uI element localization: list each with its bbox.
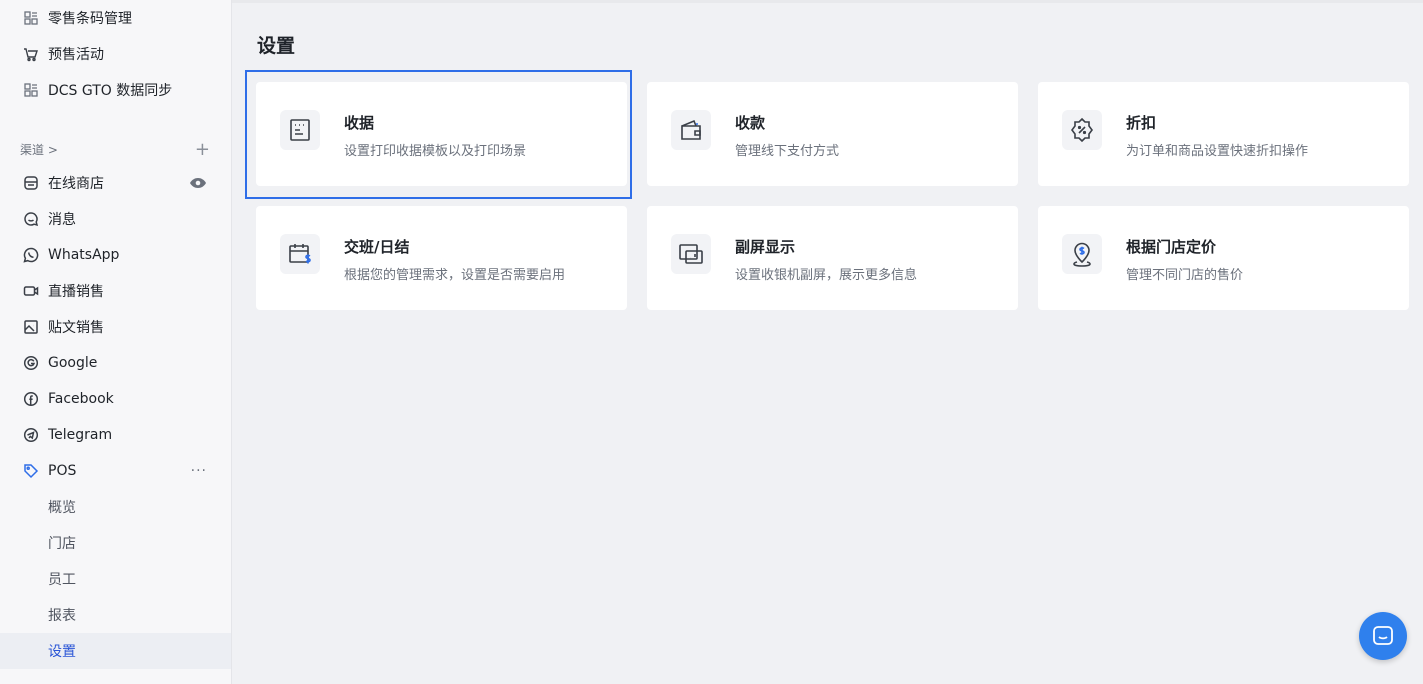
- telegram-icon: [22, 426, 40, 444]
- sidebar-item-label: 消息: [48, 212, 76, 228]
- eye-icon[interactable]: [189, 177, 207, 189]
- page-title: 设置: [257, 35, 296, 57]
- settings-card-payment[interactable]: 收款 管理线下支付方式: [647, 82, 1018, 186]
- sidebar: 零售条码管理 预售活动 DCS GTO 数据同步 渠道 > + 在线商店 消息: [0, 0, 232, 684]
- sidebar-item-label: Telegram: [48, 427, 113, 443]
- card-title: 收款: [735, 114, 766, 132]
- sidebar-subitem-label: 员工: [48, 572, 76, 588]
- sidebar-subitem-overview[interactable]: 概览: [0, 489, 231, 525]
- facebook-icon: [22, 390, 40, 408]
- card-title: 收据: [344, 114, 375, 132]
- sidebar-item-label: POS: [48, 463, 77, 479]
- sidebar-subitem-label: 报表: [48, 608, 76, 624]
- sidebar-subitem-reports[interactable]: 报表: [0, 597, 231, 633]
- sidebar-item-presale[interactable]: 预售活动: [0, 36, 231, 72]
- shift-calendar-icon: [280, 234, 320, 274]
- card-description: 管理不同门店的售价: [1126, 268, 1244, 283]
- sidebar-item-label: 零售条码管理: [48, 11, 132, 27]
- sidebar-item-messages[interactable]: 消息: [0, 201, 231, 237]
- card-description: 为订单和商品设置快速折扣操作: [1126, 144, 1309, 159]
- sidebar-item-pos[interactable]: POS ···: [0, 453, 231, 489]
- sidebar-item-facebook[interactable]: Facebook: [0, 381, 231, 417]
- discount-badge-icon: [1062, 110, 1102, 150]
- sidebar-item-post-sales[interactable]: 贴文销售: [0, 309, 231, 345]
- live-video-icon: [22, 282, 40, 300]
- sidebar-item-label: 在线商店: [48, 176, 104, 192]
- settings-card-discount[interactable]: 折扣 为订单和商品设置快速折扣操作: [1038, 82, 1409, 186]
- store-icon: [22, 174, 40, 192]
- channels-section-header[interactable]: 渠道 > +: [20, 139, 210, 160]
- sync-grid-icon: [22, 81, 40, 99]
- whatsapp-icon: [22, 246, 40, 264]
- presale-cart-icon: [22, 45, 40, 63]
- card-title: 根据门店定价: [1126, 238, 1217, 256]
- sidebar-item-telegram[interactable]: Telegram: [0, 417, 231, 453]
- sidebar-item-whatsapp[interactable]: WhatsApp: [0, 237, 231, 273]
- barcode-grid-icon: [22, 9, 40, 27]
- sidebar-item-label: Google: [48, 355, 98, 371]
- card-description: 根据您的管理需求，设置是否需要启用: [344, 268, 566, 283]
- sidebar-item-dcs-sync[interactable]: DCS GTO 数据同步: [0, 72, 231, 108]
- add-channel-button[interactable]: +: [195, 139, 210, 160]
- sidebar-item-label: DCS GTO 数据同步: [48, 83, 173, 99]
- sidebar-item-online-store[interactable]: 在线商店: [0, 165, 231, 201]
- pos-more-button[interactable]: ···: [191, 463, 207, 479]
- settings-card-second-screen[interactable]: 副屏显示 设置收银机副屏，展示更多信息: [647, 206, 1018, 310]
- card-description: 管理线下支付方式: [735, 144, 840, 159]
- sidebar-subitem-label: 设置: [48, 644, 76, 660]
- sidebar-item-google[interactable]: Google: [0, 345, 231, 381]
- image-post-icon: [22, 318, 40, 336]
- sidebar-item-live-sales[interactable]: 直播销售: [0, 273, 231, 309]
- card-description: 设置打印收据模板以及打印场景: [344, 144, 527, 159]
- sidebar-item-barcode[interactable]: 零售条码管理: [0, 0, 231, 36]
- chat-bubble-icon: [1373, 626, 1393, 645]
- sidebar-item-label: 直播销售: [48, 284, 104, 300]
- settings-main: 设置 收据 设置打印收据模板以及打印场景 收款 管理线下支付方式 折扣 为订单和…: [232, 0, 1423, 684]
- sidebar-item-label: 预售活动: [48, 47, 104, 63]
- card-title: 折扣: [1126, 114, 1157, 132]
- wallet-icon: [671, 110, 711, 150]
- sidebar-item-label: WhatsApp: [48, 247, 120, 263]
- sidebar-item-label: Facebook: [48, 391, 114, 407]
- google-icon: [22, 354, 40, 372]
- pos-tag-icon: [22, 462, 40, 480]
- second-screen-icon: [671, 234, 711, 274]
- settings-card-store-pricing[interactable]: 根据门店定价 管理不同门店的售价: [1038, 206, 1409, 310]
- settings-card-shift[interactable]: 交班/日结 根据您的管理需求，设置是否需要启用: [256, 206, 627, 310]
- card-title: 交班/日结: [344, 238, 410, 256]
- sidebar-subitem-staff[interactable]: 员工: [0, 561, 231, 597]
- support-chat-button[interactable]: [1359, 612, 1407, 660]
- sidebar-subitem-label: 概览: [48, 500, 76, 516]
- sidebar-subitem-stores[interactable]: 门店: [0, 525, 231, 561]
- sidebar-subitem-settings[interactable]: 设置: [0, 633, 231, 669]
- card-title: 副屏显示: [735, 238, 796, 256]
- channels-label: 渠道 >: [20, 142, 58, 157]
- sidebar-subitem-label: 门店: [48, 536, 76, 552]
- chat-icon: [22, 210, 40, 228]
- settings-card-receipt[interactable]: 收据 设置打印收据模板以及打印场景: [256, 82, 627, 186]
- location-price-icon: [1062, 234, 1102, 274]
- receipt-icon: [280, 110, 320, 150]
- card-description: 设置收银机副屏，展示更多信息: [735, 268, 918, 283]
- sidebar-item-label: 贴文销售: [48, 320, 104, 336]
